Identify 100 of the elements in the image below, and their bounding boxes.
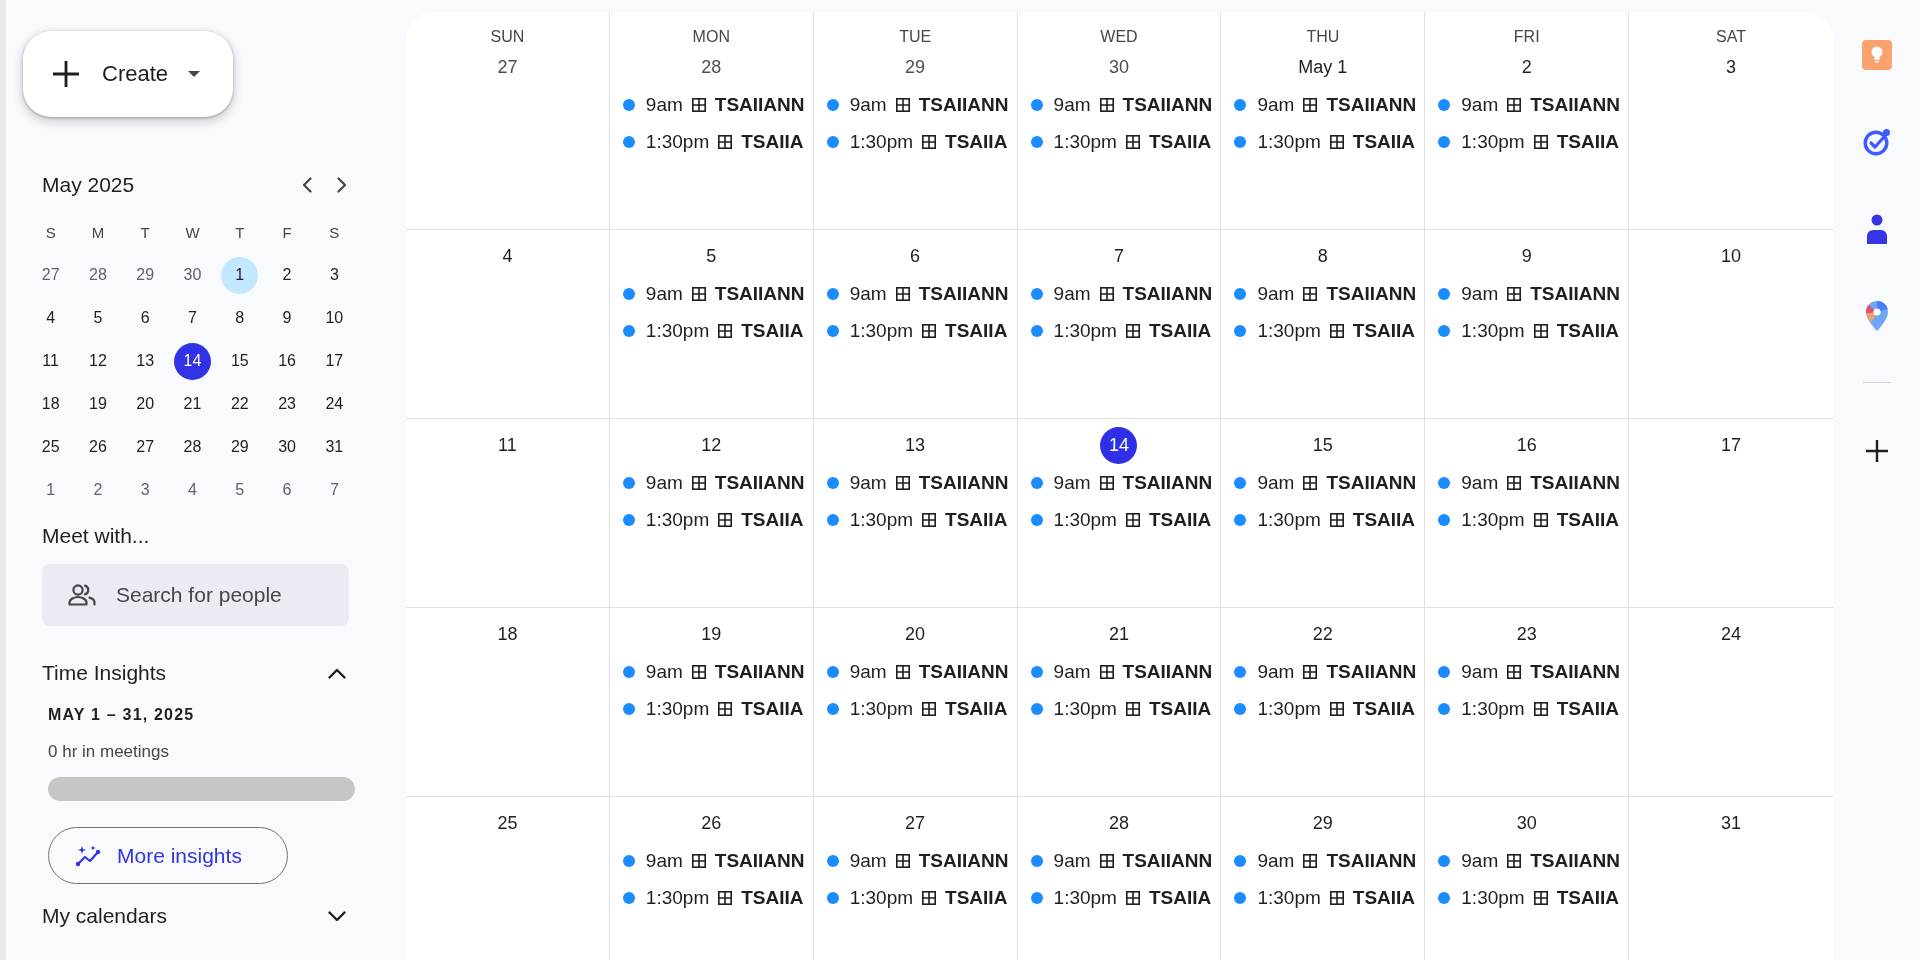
date-number[interactable]: 12: [692, 426, 730, 464]
event-item[interactable]: 9am TSAIIANN: [826, 90, 1009, 120]
date-button[interactable]: 28: [79, 256, 117, 294]
date-button[interactable]: 18: [32, 385, 70, 423]
date-button[interactable]: 12: [79, 342, 117, 380]
date-button[interactable]: 10: [315, 299, 353, 337]
date-button[interactable]: 7: [174, 299, 211, 337]
date-button[interactable]: 30: [174, 256, 211, 294]
event-item[interactable]: 9am TSAIIANN: [1438, 90, 1620, 120]
event-item[interactable]: 1:30pm TSAIIA: [1438, 883, 1619, 913]
date-number[interactable]: 5: [692, 237, 730, 275]
date-button[interactable]: 27: [32, 256, 70, 294]
date-button[interactable]: 2: [79, 471, 117, 509]
date-button[interactable]: 23: [268, 385, 306, 423]
date-button[interactable]: 31: [315, 428, 353, 466]
event-item[interactable]: 9am TSAIIANN: [1030, 468, 1213, 498]
date-number[interactable]: May 1: [1292, 48, 1354, 86]
date-button[interactable]: 29: [126, 256, 164, 294]
chevron-down-icon[interactable]: [328, 910, 346, 922]
person-icon[interactable]: [1865, 214, 1888, 244]
event-item[interactable]: 1:30pm TSAIIA: [826, 883, 1008, 913]
date-number[interactable]: 14: [1100, 426, 1138, 464]
event-item[interactable]: 1:30pm TSAIIA: [1234, 505, 1416, 535]
date-button[interactable]: 8: [221, 299, 259, 337]
date-button[interactable]: 4: [174, 471, 211, 509]
event-item[interactable]: 1:30pm TSAIIA: [1030, 883, 1212, 913]
date-number[interactable]: 6: [896, 237, 934, 275]
date-button[interactable]: 20: [126, 385, 164, 423]
event-item[interactable]: 9am TSAIIANN: [1234, 90, 1417, 120]
date-number[interactable]: 18: [488, 615, 526, 653]
date-button[interactable]: 26: [79, 428, 117, 466]
date-number[interactable]: 23: [1508, 615, 1546, 653]
date-button[interactable]: 30: [268, 428, 306, 466]
date-number[interactable]: 19: [692, 615, 730, 653]
event-item[interactable]: 9am TSAIIANN: [1438, 279, 1620, 309]
event-item[interactable]: 9am TSAIIANN: [1438, 468, 1620, 498]
event-item[interactable]: 9am TSAIIANN: [826, 657, 1009, 687]
date-number[interactable]: 17: [1712, 426, 1750, 464]
event-item[interactable]: 1:30pm TSAIIA: [826, 316, 1008, 346]
date-button[interactable]: 3: [126, 471, 164, 509]
event-item[interactable]: 1:30pm TSAIIA: [826, 694, 1008, 724]
date-button[interactable]: 22: [221, 385, 259, 423]
event-item[interactable]: 1:30pm TSAIIA: [1234, 883, 1416, 913]
date-number[interactable]: 20: [896, 615, 934, 653]
event-item[interactable]: 9am TSAIIANN: [1234, 279, 1417, 309]
event-item[interactable]: 9am TSAIIANN: [1234, 846, 1417, 876]
date-button[interactable]: 24: [315, 385, 353, 423]
event-item[interactable]: 9am TSAIIANN: [622, 657, 805, 687]
event-item[interactable]: 1:30pm TSAIIA: [1438, 127, 1619, 157]
date-button[interactable]: 5: [221, 471, 259, 509]
date-number[interactable]: 4: [488, 237, 526, 275]
date-button[interactable]: 1: [221, 256, 259, 294]
event-item[interactable]: 1:30pm TSAIIA: [1438, 316, 1619, 346]
date-number[interactable]: 10: [1712, 237, 1750, 275]
event-item[interactable]: 9am TSAIIANN: [622, 90, 805, 120]
date-number[interactable]: 13: [896, 426, 934, 464]
event-item[interactable]: 9am TSAIIANN: [826, 846, 1009, 876]
check-circle-icon[interactable]: [1862, 128, 1891, 156]
date-number[interactable]: 21: [1100, 615, 1138, 653]
event-item[interactable]: 9am TSAIIANN: [1030, 279, 1213, 309]
event-item[interactable]: 1:30pm TSAIIA: [622, 694, 804, 724]
map-pin-icon[interactable]: [1864, 300, 1889, 332]
event-item[interactable]: 1:30pm TSAIIA: [1030, 694, 1212, 724]
date-button[interactable]: 16: [268, 342, 306, 380]
event-item[interactable]: 9am TSAIIANN: [1234, 468, 1417, 498]
event-item[interactable]: 1:30pm TSAIIA: [1438, 694, 1619, 724]
event-item[interactable]: 1:30pm TSAIIA: [1438, 505, 1619, 535]
event-item[interactable]: 9am TSAIIANN: [1030, 657, 1213, 687]
date-button[interactable]: 4: [32, 299, 70, 337]
date-button[interactable]: 27: [126, 428, 164, 466]
date-number[interactable]: 7: [1100, 237, 1138, 275]
event-item[interactable]: 9am TSAIIANN: [826, 279, 1009, 309]
date-number[interactable]: 29: [896, 48, 934, 86]
date-button[interactable]: 7: [315, 471, 353, 509]
date-button[interactable]: 5: [79, 299, 117, 337]
event-item[interactable]: 9am TSAIIANN: [622, 468, 805, 498]
event-item[interactable]: 1:30pm TSAIIA: [1234, 127, 1416, 157]
event-item[interactable]: 9am TSAIIANN: [622, 279, 805, 309]
date-number[interactable]: 15: [1304, 426, 1342, 464]
date-button[interactable]: 13: [126, 342, 164, 380]
date-number[interactable]: 28: [1100, 804, 1138, 842]
chevron-up-icon[interactable]: [328, 667, 346, 679]
date-button[interactable]: 17: [315, 342, 353, 380]
event-item[interactable]: 9am TSAIIANN: [1030, 846, 1213, 876]
plus-icon[interactable]: [1865, 439, 1888, 462]
event-item[interactable]: 1:30pm TSAIIA: [1234, 316, 1416, 346]
event-item[interactable]: 1:30pm TSAIIA: [1234, 694, 1416, 724]
date-number[interactable]: 8: [1304, 237, 1342, 275]
search-field[interactable]: Search for people: [42, 564, 349, 626]
event-item[interactable]: 1:30pm TSAIIA: [826, 505, 1008, 535]
chevron-left-icon[interactable]: [302, 177, 312, 193]
date-button[interactable]: 6: [268, 471, 306, 509]
date-number[interactable]: 28: [692, 48, 730, 86]
event-item[interactable]: 9am TSAIIANN: [826, 468, 1009, 498]
date-number[interactable]: 27: [896, 804, 934, 842]
date-button[interactable]: 3: [315, 256, 353, 294]
date-number[interactable]: 22: [1304, 615, 1342, 653]
date-button[interactable]: 29: [221, 428, 259, 466]
date-button[interactable]: 19: [79, 385, 117, 423]
event-item[interactable]: 1:30pm TSAIIA: [622, 883, 804, 913]
